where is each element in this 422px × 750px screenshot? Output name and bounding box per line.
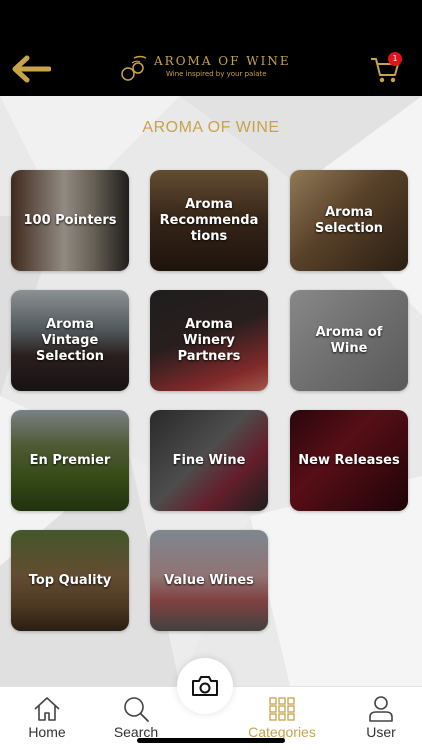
camera-scan-button[interactable] [177,658,233,714]
tab-user-label: User [366,724,396,740]
brand-logo: AROMA OF WINE Wine inspired by your pala… [120,52,300,84]
category-tile-aroma-vintage-selection[interactable]: Aroma Vintage Selection [11,290,129,391]
tab-home-label: Home [28,724,66,740]
user-icon [369,696,393,722]
app-header: AROMA OF WINE Wine inspired by your pala… [0,0,422,96]
category-label: Value Wines [164,572,254,588]
home-indicator [137,738,285,743]
category-tile-en-premier[interactable]: En Premier [11,410,129,511]
category-tile-new-releases[interactable]: New Releases [290,410,408,511]
category-tile-value-wines[interactable]: Value Wines [150,530,268,631]
cart-count-badge: 1 [388,52,402,66]
tab-user[interactable]: User [341,695,421,747]
page-title: AROMA OF WINE [142,119,280,136]
category-label: Aroma Selection [314,204,383,236]
camera-icon [192,676,218,696]
brand-title: AROMA OF WINE [154,54,291,68]
category-label: New Releases [298,452,400,468]
search-icon [124,697,149,722]
brand-tagline: Wine inspired by your palate [166,70,267,78]
category-label: Aroma Vintage Selection [35,316,104,364]
grid-icon [269,697,295,721]
category-tile-aroma-winery-partners[interactable]: Aroma Winery Partners [150,290,268,391]
category-label: En Premier [29,452,111,468]
category-tile-fine-wine[interactable]: Fine Wine [150,410,268,511]
category-label: Aroma Winery Partners [177,316,241,364]
cart-button[interactable]: 1 [370,52,404,84]
category-tile-aroma-of-wine[interactable]: Aroma of Wine [290,290,408,391]
category-tile-100-pointers[interactable]: 100 Pointers [11,170,129,271]
arrow-left-icon [12,55,51,83]
category-label: Top Quality [28,572,112,588]
category-tile-top-quality[interactable]: Top Quality [11,530,129,631]
category-tile-aroma-recommendations[interactable]: Aroma Recommenda tions [150,170,268,271]
category-tile-aroma-selection[interactable]: Aroma Selection [290,170,408,271]
home-icon [34,697,60,721]
category-label: 100 Pointers [23,212,117,228]
wine-logo-icon [121,55,147,81]
category-label: Aroma Recommenda tions [159,196,259,244]
category-label: Fine Wine [172,452,246,468]
tab-home[interactable]: Home [7,695,87,747]
back-button[interactable] [10,52,52,86]
category-label: Aroma of Wine [315,324,383,356]
